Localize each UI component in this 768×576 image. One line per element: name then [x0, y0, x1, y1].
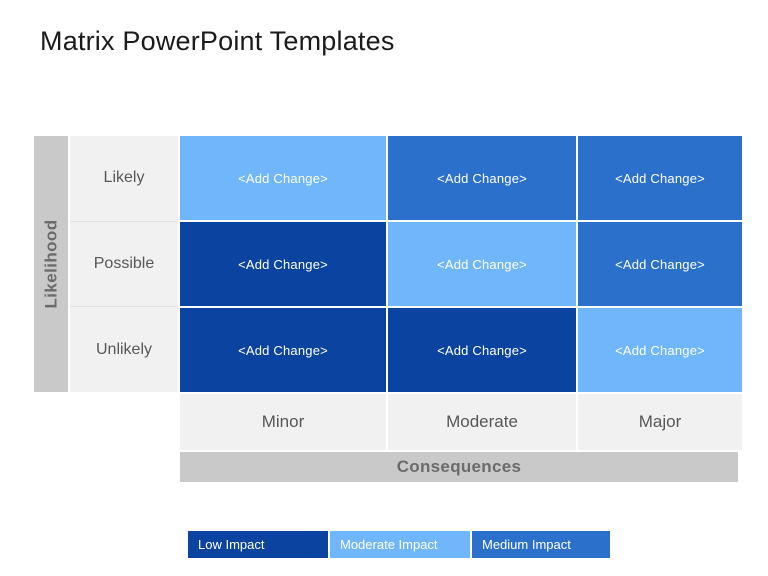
likelihood-axis-band: Likelihood	[34, 136, 68, 392]
legend-item-low-impact[interactable]: Low Impact	[188, 531, 328, 558]
row-header-unlikely: Unlikely	[70, 307, 178, 393]
matrix-cell-likely-moderate[interactable]: <Add Change>	[388, 136, 576, 220]
consequences-axis-label: Consequences	[396, 457, 522, 476]
legend-item-medium-impact[interactable]: Medium Impact	[472, 531, 610, 558]
consequences-axis-band: Consequences	[180, 452, 738, 482]
matrix-cell-likely-minor[interactable]: <Add Change>	[180, 136, 386, 220]
matrix-cell-possible-minor[interactable]: <Add Change>	[180, 222, 386, 306]
legend-item-moderate-impact[interactable]: Moderate Impact	[330, 531, 470, 558]
matrix-cell-unlikely-minor[interactable]: <Add Change>	[180, 308, 386, 392]
row-header-possible: Possible	[70, 221, 178, 308]
matrix-cell-grid: <Add Change> <Add Change> <Add Change> <…	[180, 136, 742, 392]
row-header-likely: Likely	[70, 136, 178, 222]
column-header-row: Minor Moderate Major	[180, 394, 742, 450]
matrix-cell-possible-major[interactable]: <Add Change>	[578, 222, 742, 306]
matrix-cell-unlikely-moderate[interactable]: <Add Change>	[388, 308, 576, 392]
legend: Low Impact Moderate Impact Medium Impact	[188, 531, 610, 558]
page-title: Matrix PowerPoint Templates	[40, 26, 395, 56]
matrix-cell-unlikely-major[interactable]: <Add Change>	[578, 308, 742, 392]
column-header-major: Major	[578, 394, 742, 450]
row-header-column: Likely Possible Unlikely	[70, 136, 178, 393]
column-header-moderate: Moderate	[388, 394, 576, 450]
likelihood-axis-label: Likelihood	[41, 219, 60, 309]
matrix-cell-likely-major[interactable]: <Add Change>	[578, 136, 742, 220]
risk-matrix: Likelihood Likely Possible Unlikely <Add…	[34, 136, 742, 482]
column-header-minor: Minor	[180, 394, 386, 450]
matrix-cell-possible-moderate[interactable]: <Add Change>	[388, 222, 576, 306]
